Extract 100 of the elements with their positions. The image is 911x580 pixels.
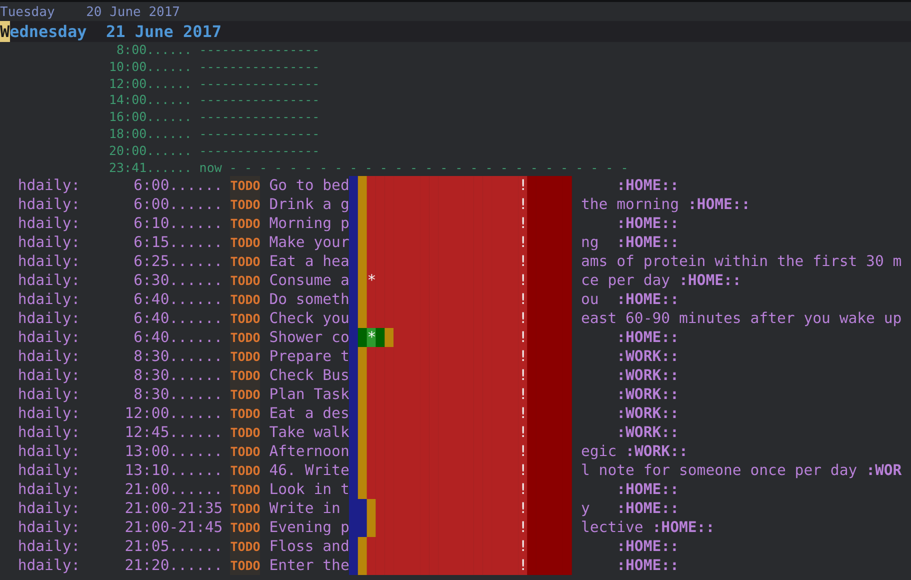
- category-label: hdaily:: [16, 290, 82, 310]
- category-label: hdaily:: [16, 556, 82, 576]
- task-title: 46. Write: [269, 461, 350, 480]
- task-title: east 60-90 minutes after you wake up: [580, 309, 902, 328]
- habit-mark: !: [518, 461, 528, 480]
- tag-label: :WORK::: [626, 442, 688, 462]
- task-title: Consume a: [269, 271, 350, 290]
- tag-label: :HOME::: [616, 290, 679, 310]
- habit-mark: !: [518, 309, 528, 328]
- tag-label: :WORK::: [616, 385, 679, 404]
- tag-label: :HOME::: [616, 214, 679, 234]
- task-title: Look in t: [269, 480, 350, 500]
- tag-label: :HOME::: [616, 480, 679, 500]
- time-label: 8:30......: [132, 347, 223, 366]
- time-label: 13:00......: [124, 442, 223, 462]
- time-label: 6:30......: [132, 271, 223, 290]
- category-label: hdaily:: [16, 442, 82, 462]
- task-title: ng: [580, 233, 600, 252]
- habit-mark: !: [518, 233, 528, 252]
- category-label: hdaily:: [16, 480, 82, 500]
- category-label: hdaily:: [16, 176, 82, 196]
- habit-mark: !: [518, 347, 528, 366]
- todo-keyword: TODO: [230, 461, 260, 480]
- tag-label: :HOME::: [616, 556, 679, 576]
- todo-keyword: TODO: [230, 309, 260, 328]
- tag-label: :WORK::: [616, 347, 679, 366]
- task-title: Drink a g: [269, 195, 350, 214]
- time-grid-time: 20:00......: [109, 142, 192, 160]
- todo-keyword: TODO: [230, 328, 260, 348]
- habit-mark: !: [518, 366, 528, 386]
- date-heading: Tuesday 20 June 2017: [0, 4, 180, 22]
- habit-mark: !: [518, 176, 528, 196]
- tag-label: :WORK::: [616, 366, 679, 386]
- time-grid-time: 18:00......: [109, 126, 192, 143]
- todo-keyword: TODO: [230, 233, 260, 252]
- habit-mark: !: [518, 442, 528, 462]
- time-label: 21:00......: [124, 480, 223, 500]
- tag-label: :HOME::: [616, 499, 679, 518]
- time-label: 21:20......: [124, 556, 223, 576]
- task-title: Check Bus: [269, 366, 350, 386]
- category-label: hdaily:: [16, 518, 82, 538]
- time-grid-time: 8:00......: [116, 42, 192, 59]
- task-title: Prepare t: [269, 347, 350, 366]
- time-grid-line: ----------------: [199, 109, 320, 126]
- habit-mark: !: [518, 423, 528, 442]
- time-grid-time: 14:00......: [109, 92, 192, 110]
- time-label: 6:25......: [132, 252, 223, 272]
- category-label: hdaily:: [16, 195, 82, 214]
- time-grid-time: 10:00......: [109, 58, 192, 76]
- tag-label: :HOME::: [688, 195, 750, 214]
- habit-mark: !: [518, 404, 528, 424]
- category-label: hdaily:: [16, 347, 82, 366]
- todo-keyword: TODO: [230, 480, 260, 500]
- time-label: 8:30......: [132, 366, 223, 386]
- time-grid-line: ----------------: [199, 142, 320, 160]
- time-grid-time: 12:00......: [109, 76, 192, 92]
- tag-label: :HOME::: [652, 518, 715, 538]
- task-title: Eat a hea: [269, 252, 350, 272]
- habit-mark: !: [518, 271, 528, 290]
- category-label: hdaily:: [16, 385, 82, 404]
- time-label: 13:10......: [124, 461, 223, 480]
- todo-keyword: TODO: [230, 347, 260, 366]
- tag-label: :WORK::: [616, 423, 679, 442]
- habit-mark: !: [518, 518, 528, 538]
- task-title: Plan Task: [269, 385, 350, 404]
- category-label: hdaily:: [16, 233, 82, 252]
- task-title: ams of protein within the first 30 m: [580, 252, 902, 272]
- todo-keyword: TODO: [230, 385, 260, 404]
- task-title: Eat a des: [269, 404, 350, 424]
- task-title: Write in: [269, 499, 342, 518]
- tag-label: :HOME::: [678, 271, 742, 290]
- habit-mark: !: [518, 195, 528, 214]
- time-label: 6:40......: [132, 309, 223, 328]
- category-label: hdaily:: [16, 252, 82, 272]
- tag-label: :HOME::: [616, 537, 679, 556]
- task-title: Enter the: [269, 556, 350, 576]
- habit-mark: !: [518, 480, 528, 500]
- habit-mark: *: [367, 328, 376, 348]
- tag-label: :WOR: [866, 461, 902, 480]
- task-title: Floss and: [269, 537, 350, 556]
- time-label: 6:40......: [132, 328, 223, 348]
- tag-label: :HOME::: [616, 328, 679, 348]
- habit-mark: !: [518, 556, 528, 576]
- time-label: 6:00......: [132, 195, 223, 214]
- task-title: egic: [580, 442, 618, 462]
- time-label: 21:00-21:45: [124, 518, 223, 538]
- task-title: Morning p: [269, 214, 350, 234]
- todo-keyword: TODO: [230, 271, 260, 290]
- category-label: hdaily:: [16, 328, 82, 348]
- tag-label: :HOME::: [616, 176, 679, 196]
- tag-label: :WORK::: [616, 404, 679, 424]
- habit-mark: !: [518, 252, 528, 272]
- todo-keyword: TODO: [230, 195, 260, 214]
- task-title: l note for someone once per day: [580, 461, 858, 480]
- task-title: ou: [580, 290, 600, 310]
- task-title: Do someth: [269, 290, 350, 310]
- habit-mark: *: [367, 271, 376, 290]
- time-label: 12:00......: [124, 404, 223, 424]
- todo-keyword: TODO: [230, 290, 260, 310]
- task-title: the morning: [580, 195, 680, 214]
